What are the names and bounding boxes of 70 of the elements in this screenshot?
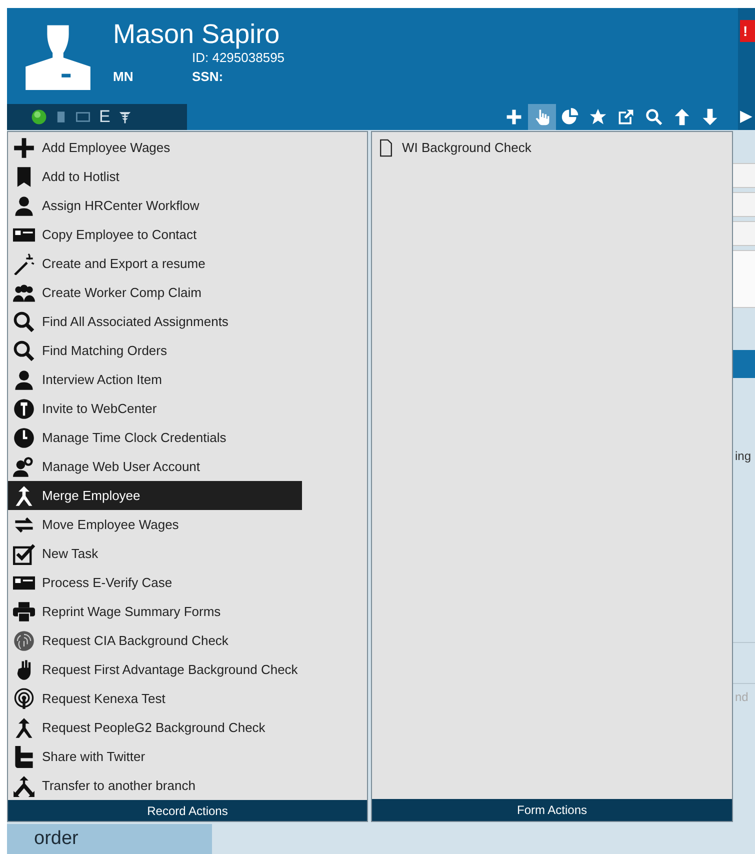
ssn-label: SSN:: [192, 68, 224, 86]
split-arrows-icon: [13, 774, 35, 796]
menu-item[interactable]: Add Employee Wages: [8, 133, 178, 162]
printer-icon: [13, 600, 35, 622]
menu-item[interactable]: Share with Twitter: [8, 742, 154, 771]
status-letter: E: [99, 106, 110, 128]
menu-item[interactable]: Request Kenexa Test: [8, 684, 174, 713]
input-field[interactable]: [731, 163, 755, 188]
external-link-icon: [617, 108, 635, 126]
toolbar-button[interactable]: [528, 104, 556, 130]
menu-item[interactable]: Request CIA Background Check: [8, 626, 236, 655]
document-icon: [55, 109, 67, 125]
fingerprint-icon: [13, 630, 35, 652]
merge-icon: [13, 484, 35, 506]
menu-item[interactable]: Create and Export a resume: [8, 249, 214, 278]
menu-item[interactable]: Move Employee Wages: [8, 510, 187, 539]
clock-icon: [13, 426, 35, 448]
text-fragment: nd: [734, 689, 750, 705]
menu-item[interactable]: Reprint Wage Summary Forms: [8, 597, 229, 626]
input-field[interactable]: [731, 192, 755, 217]
search-icon: [13, 310, 35, 332]
menu-item[interactable]: Request First Advantage Background Check: [8, 655, 306, 684]
menu-item[interactable]: Transfer to another branch: [8, 771, 204, 800]
users-icon: [13, 456, 35, 478]
panel-footer: Form Actions: [372, 799, 732, 821]
tab[interactable]: order: [7, 824, 212, 854]
menu-item[interactable]: WI Background Check: [372, 133, 540, 162]
search-icon: [645, 108, 663, 126]
person-icon: [13, 194, 35, 216]
hand-pointer-icon: [533, 108, 551, 126]
menu-item[interactable]: Manage Time Clock Credentials: [8, 423, 234, 452]
card-icon: [75, 110, 91, 124]
status-dot-icon: [31, 109, 47, 125]
menu-item[interactable]: Create Worker Comp Claim: [8, 278, 210, 307]
menu-item[interactable]: Manage Web User Account: [8, 452, 208, 481]
panel-footer: Record Actions: [8, 800, 367, 821]
menu-item[interactable]: Assign HRCenter Workflow: [8, 191, 208, 220]
star-icon: [589, 108, 607, 126]
menu-item[interactable]: Merge Employee: [8, 481, 302, 510]
merge-icon: [13, 716, 35, 738]
employee-name: Mason Sapiro: [113, 18, 280, 51]
alert-badge: !: [740, 20, 755, 42]
scroll-right-button[interactable]: ▶: [740, 108, 752, 126]
menu-item[interactable]: Find Matching Orders: [8, 336, 175, 365]
letter-t-icon: [13, 746, 35, 768]
document-icon: [377, 138, 395, 156]
search-icon: [13, 340, 35, 362]
menu-item[interactable]: Process E-Verify Case: [8, 568, 180, 597]
section-bar: [731, 350, 755, 378]
employee-id: ID: 4295038595: [192, 49, 285, 67]
up-arrow-icon: [673, 108, 691, 126]
person-icon: [13, 368, 35, 390]
state-code: MN: [113, 68, 134, 86]
menu-item[interactable]: Interview Action Item: [8, 365, 170, 394]
pie-chart-icon: [561, 108, 579, 126]
checkbox-icon: [13, 542, 35, 564]
down-arrow-icon: [701, 108, 719, 126]
plus-icon: [13, 136, 35, 158]
input-field[interactable]: [731, 221, 755, 246]
menu-item[interactable]: Find All Associated Assignments: [8, 307, 236, 336]
text-area[interactable]: [731, 250, 755, 308]
plus-icon: [505, 108, 523, 126]
menu-item[interactable]: New Task: [8, 539, 106, 568]
menu-item[interactable]: Request PeopleG2 Background Check: [8, 713, 274, 742]
menu-item[interactable]: Copy Employee to Contact: [8, 220, 205, 249]
magic-wand-icon: [13, 252, 35, 274]
broadcast-icon: [13, 688, 35, 710]
text-fragment: ing: [734, 448, 752, 464]
menu-item[interactable]: Invite to WebCenter: [8, 394, 165, 423]
menu-item[interactable]: Add to Hotlist: [8, 162, 128, 191]
